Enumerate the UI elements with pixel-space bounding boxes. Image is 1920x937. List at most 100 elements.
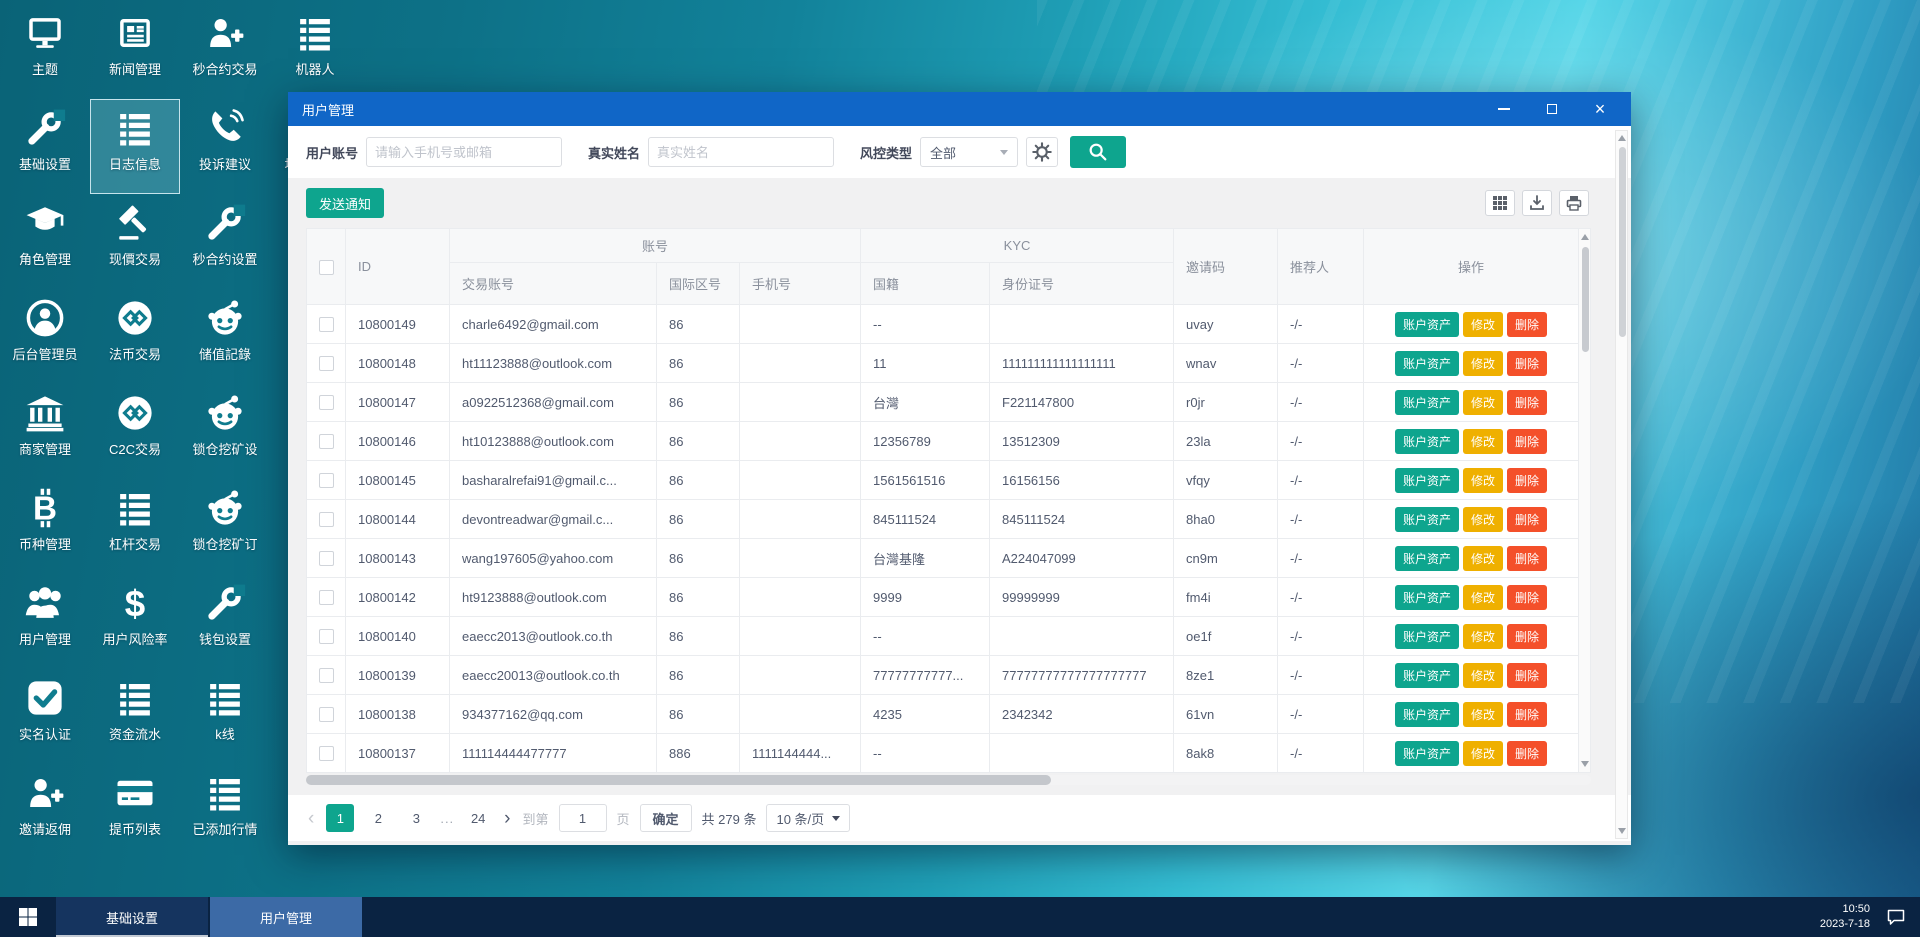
goto-page-input[interactable] <box>558 804 607 832</box>
account-asset-button[interactable]: 账户资产 <box>1395 584 1460 610</box>
taskbar-item-user-management[interactable]: 用户管理 <box>210 897 362 937</box>
account-input[interactable] <box>366 137 563 167</box>
desktop-icon-用户管理[interactable]: 用户管理 <box>0 574 90 669</box>
desktop-icon-钱包设置[interactable]: 钱包设置 <box>180 574 270 669</box>
desktop-icon-邀请返佣[interactable]: 邀请返佣 <box>0 764 90 859</box>
select-all-checkbox[interactable] <box>318 259 334 275</box>
delete-button[interactable]: 删除 <box>1507 506 1548 532</box>
delete-button[interactable]: 删除 <box>1507 428 1548 454</box>
account-asset-button[interactable]: 账户资产 <box>1395 311 1460 337</box>
desktop-icon-商家管理[interactable]: 商家管理 <box>0 384 90 479</box>
desktop-icon-杠杆交易[interactable]: 杠杆交易 <box>90 479 180 574</box>
prev-page-button[interactable]: ‹ <box>306 809 316 828</box>
table-horizontal-scrollbar[interactable] <box>306 775 1591 785</box>
row-checkbox[interactable] <box>318 746 334 762</box>
account-asset-button[interactable]: 账户资产 <box>1395 701 1460 727</box>
row-checkbox[interactable] <box>318 434 334 450</box>
desktop-icon-后台管理员[interactable]: 后台管理员 <box>0 289 90 384</box>
row-checkbox[interactable] <box>318 317 334 333</box>
account-asset-button[interactable]: 账户资产 <box>1395 389 1460 415</box>
delete-button[interactable]: 删除 <box>1507 740 1548 766</box>
desktop-icon-储值記錄[interactable]: 储值記錄 <box>180 289 270 384</box>
scroll-up-icon[interactable] <box>1618 135 1626 141</box>
desktop-icon-角色管理[interactable]: 角色管理 <box>0 194 90 289</box>
desktop-icon-新闻管理[interactable]: 新闻管理 <box>90 4 180 99</box>
edit-button[interactable]: 修改 <box>1463 506 1504 532</box>
next-page-button[interactable]: › <box>502 809 512 828</box>
page-3[interactable]: 3 <box>402 804 430 832</box>
realname-input[interactable] <box>648 137 835 167</box>
account-asset-button[interactable]: 账户资产 <box>1395 662 1460 688</box>
desktop-icon-实名认证[interactable]: 实名认证 <box>0 669 90 764</box>
send-notification-button[interactable]: 发送通知 <box>306 188 385 218</box>
desktop-icon-锁仓挖矿订[interactable]: 锁仓挖矿订 <box>180 479 270 574</box>
row-checkbox[interactable] <box>318 629 334 645</box>
account-asset-button[interactable]: 账户资产 <box>1395 740 1460 766</box>
account-asset-button[interactable]: 账户资产 <box>1395 545 1460 571</box>
desktop-icon-C2C交易[interactable]: C2C交易 <box>90 384 180 479</box>
taskbar-item-basic-settings[interactable]: 基础设置 <box>56 897 208 937</box>
row-checkbox[interactable] <box>318 668 334 684</box>
maximize-button[interactable] <box>1543 100 1561 118</box>
delete-button[interactable]: 删除 <box>1507 467 1548 493</box>
account-asset-button[interactable]: 账户资产 <box>1395 350 1460 376</box>
delete-button[interactable]: 删除 <box>1507 623 1548 649</box>
account-asset-button[interactable]: 账户资产 <box>1395 506 1460 532</box>
account-asset-button[interactable]: 账户资产 <box>1395 467 1460 493</box>
row-checkbox[interactable] <box>318 551 334 567</box>
row-checkbox[interactable] <box>318 395 334 411</box>
export-button[interactable] <box>1522 190 1552 216</box>
edit-button[interactable]: 修改 <box>1463 584 1504 610</box>
window-scroll-thumb[interactable] <box>1619 147 1626 337</box>
page-1[interactable]: 1 <box>326 804 355 832</box>
desktop-icon-日志信息[interactable]: 日志信息 <box>90 99 180 194</box>
close-button[interactable]: × <box>1591 100 1609 118</box>
delete-button[interactable]: 删除 <box>1507 311 1548 337</box>
edit-button[interactable]: 修改 <box>1463 740 1504 766</box>
scroll-down-icon[interactable] <box>1618 828 1626 834</box>
row-checkbox[interactable] <box>318 356 334 372</box>
minimize-button[interactable] <box>1495 100 1513 118</box>
window-vertical-scrollbar[interactable] <box>1615 130 1628 839</box>
desktop-icon-资金流水[interactable]: 资金流水 <box>90 669 180 764</box>
horizontal-scroll-thumb[interactable] <box>306 775 1052 785</box>
edit-button[interactable]: 修改 <box>1463 545 1504 571</box>
account-asset-button[interactable]: 账户资产 <box>1395 623 1460 649</box>
settings-gear-button[interactable] <box>1026 137 1059 167</box>
row-checkbox[interactable] <box>318 707 334 723</box>
taskbar-clock[interactable]: 10:50 2023-7-18 <box>1820 902 1870 932</box>
scroll-down-icon[interactable] <box>1581 761 1589 767</box>
edit-button[interactable]: 修改 <box>1463 467 1504 493</box>
edit-button[interactable]: 修改 <box>1463 389 1504 415</box>
delete-button[interactable]: 删除 <box>1507 662 1548 688</box>
delete-button[interactable]: 删除 <box>1507 389 1548 415</box>
desktop-icon-秒合约交易[interactable]: 秒合约交易 <box>180 4 270 99</box>
desktop-icon-锁仓挖矿设[interactable]: 锁仓挖矿设 <box>180 384 270 479</box>
risk-type-select[interactable]: 全部 <box>920 137 1019 167</box>
row-checkbox[interactable] <box>318 473 334 489</box>
delete-button[interactable]: 删除 <box>1507 584 1548 610</box>
account-asset-button[interactable]: 账户资产 <box>1395 428 1460 454</box>
delete-button[interactable]: 删除 <box>1507 701 1548 727</box>
desktop-icon-秒合约设置[interactable]: 秒合约设置 <box>180 194 270 289</box>
delete-button[interactable]: 删除 <box>1507 350 1548 376</box>
desktop-icon-主题[interactable]: 主题 <box>0 4 90 99</box>
desktop-icon-币种管理[interactable]: 币种管理 <box>0 479 90 574</box>
edit-button[interactable]: 修改 <box>1463 701 1504 727</box>
desktop-icon-提币列表[interactable]: 提币列表 <box>90 764 180 859</box>
print-button[interactable] <box>1559 190 1589 216</box>
edit-button[interactable]: 修改 <box>1463 350 1504 376</box>
edit-button[interactable]: 修改 <box>1463 623 1504 649</box>
edit-button[interactable]: 修改 <box>1463 428 1504 454</box>
edit-button[interactable]: 修改 <box>1463 662 1504 688</box>
confirm-button[interactable]: 确定 <box>639 804 692 832</box>
column-settings-button[interactable] <box>1485 190 1515 216</box>
table-scroll-thumb[interactable] <box>1582 247 1589 352</box>
row-checkbox[interactable] <box>318 590 334 606</box>
row-checkbox[interactable] <box>318 512 334 528</box>
desktop-icon-法币交易[interactable]: 法币交易 <box>90 289 180 384</box>
desktop-icon-投诉建议[interactable]: 投诉建议 <box>180 99 270 194</box>
scroll-up-icon[interactable] <box>1581 234 1589 240</box>
desktop-icon-基础设置[interactable]: 基础设置 <box>0 99 90 194</box>
notification-center-button[interactable] <box>1886 907 1906 927</box>
